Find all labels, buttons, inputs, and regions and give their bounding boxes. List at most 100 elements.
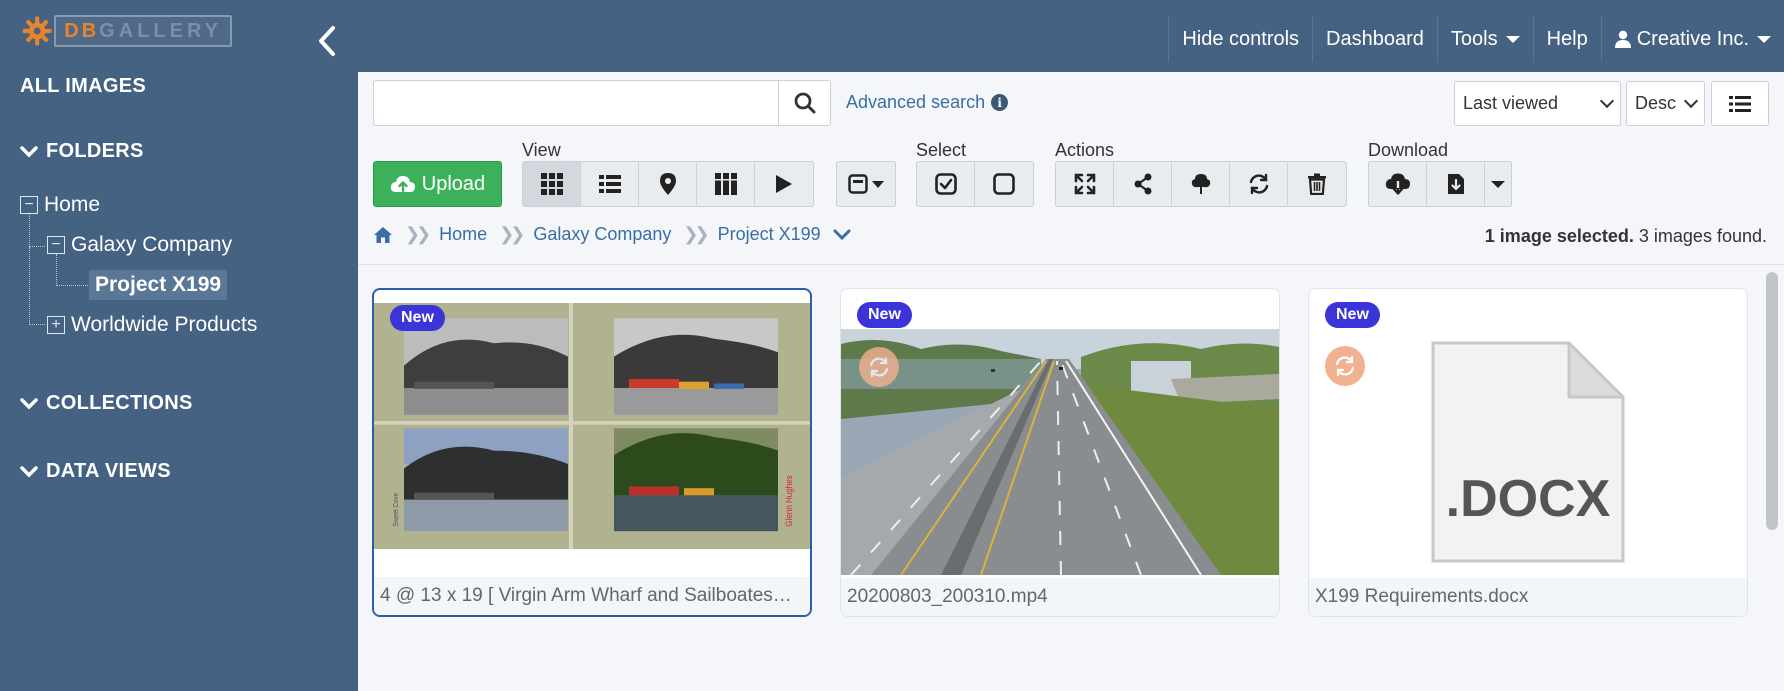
data-views-section-toggle[interactable]: DATA VIEWS: [20, 460, 171, 483]
document-file-icon: [1431, 341, 1625, 563]
tree-action-button[interactable]: [1172, 162, 1230, 206]
upload-label: Upload: [421, 172, 486, 195]
card-title: 20200803_200310.mp4: [841, 578, 1279, 616]
collapse-sidebar-button[interactable]: [312, 22, 342, 60]
download-button-group: [1368, 161, 1512, 207]
view-group-label: View: [522, 140, 561, 160]
folders-label: FOLDERS: [46, 140, 144, 162]
svg-text:Glenn Hughes: Glenn Hughes: [784, 475, 795, 526]
home-icon[interactable]: [373, 226, 393, 244]
actions-group-label: Actions: [1055, 140, 1115, 160]
chevron-down-icon: [20, 145, 38, 157]
file-download-icon: [1447, 174, 1464, 194]
tree-connector: [29, 247, 45, 325]
grid-view-button[interactable]: [523, 162, 581, 206]
logo-db: DB: [64, 19, 100, 42]
collections-label: COLLECTIONS: [46, 392, 193, 414]
found-count: 3 images found.: [1638, 226, 1767, 246]
account-label: Creative Inc.: [1636, 27, 1749, 50]
sort-field-select[interactable]: Last viewed: [1454, 81, 1621, 126]
caret-down-icon: [1491, 180, 1505, 188]
vertical-scrollbar[interactable]: [1766, 272, 1778, 530]
app-logo[interactable]: DB GALLERY: [22, 8, 232, 54]
breadcrumb-home[interactable]: Home: [439, 224, 487, 245]
download-group-label: Download: [1368, 140, 1449, 160]
selection-status: 1 image selected. 3 images found.: [1485, 226, 1767, 247]
breadcrumb-project-x199[interactable]: Project X199: [718, 224, 821, 245]
sidebar: DB GALLERY ALL IMAGES FOLDERS − Home − Ga…: [0, 0, 358, 691]
column-view-button[interactable]: [697, 162, 755, 206]
chevron-down-icon[interactable]: [833, 229, 851, 241]
map-view-button[interactable]: [639, 162, 697, 206]
chevron-down-icon: [20, 465, 38, 477]
slideshow-button[interactable]: [755, 162, 813, 206]
logo-wordmark: DB GALLERY: [54, 15, 232, 47]
divider: [358, 264, 1784, 265]
upload-button[interactable]: Upload: [373, 161, 502, 207]
display-options-dropdown[interactable]: [836, 161, 896, 207]
collapse-node-icon[interactable]: −: [20, 196, 38, 214]
grid-icon: [540, 173, 563, 195]
delete-button[interactable]: [1288, 162, 1346, 206]
select-all-button[interactable]: [917, 162, 975, 206]
breadcrumb-separator: ❯❯: [499, 224, 525, 244]
sync-icon: [859, 347, 899, 387]
collapse-node-icon[interactable]: −: [47, 236, 65, 254]
list-icon: [598, 175, 621, 193]
sync-icon: [1325, 346, 1365, 386]
cloud-download-button[interactable]: [1369, 162, 1427, 206]
display-options-button[interactable]: [837, 162, 895, 206]
caret-down-icon: [1757, 35, 1771, 43]
breadcrumb-separator: ❯❯: [683, 224, 709, 244]
square-icon: [993, 173, 1015, 195]
sort-field-value: Last viewed: [1463, 93, 1559, 113]
image-thumbnail: Glenn Hughes Sweet Cove: [374, 303, 810, 549]
refresh-button[interactable]: [1230, 162, 1288, 206]
top-bar: Hide controls Dashboard Tools Help Creat…: [358, 0, 1784, 72]
document-card[interactable]: New .DOCX X199 Requirements.docx: [1308, 288, 1748, 617]
cloud-upload-icon: [390, 176, 415, 193]
search-input[interactable]: [374, 81, 778, 125]
expand-node-icon[interactable]: +: [47, 316, 65, 334]
chevron-down-icon: [1599, 93, 1615, 109]
select-none-button[interactable]: [975, 162, 1033, 206]
image-card[interactable]: New Glenn Hughes Sweet Cove 4 @ 13 x 19 …: [372, 288, 812, 617]
folders-section-toggle[interactable]: FOLDERS: [20, 140, 144, 163]
help-link[interactable]: Help: [1532, 16, 1601, 62]
info-icon[interactable]: i: [991, 94, 1009, 111]
list-view-toggle[interactable]: [1711, 81, 1769, 126]
fullscreen-button[interactable]: [1056, 162, 1114, 206]
logo-gallery: GALLERY: [99, 19, 222, 42]
search-button[interactable]: [778, 81, 830, 125]
advanced-search-label: Advanced search: [846, 92, 986, 112]
tree-node-worldwide-products[interactable]: + Worldwide Products: [47, 313, 257, 337]
columns-icon: [714, 173, 737, 195]
all-images-link[interactable]: ALL IMAGES: [20, 75, 146, 98]
search-icon: [794, 92, 815, 114]
refresh-icon: [1249, 173, 1268, 195]
file-download-button[interactable]: [1427, 162, 1485, 206]
breadcrumb-galaxy-company[interactable]: Galaxy Company: [533, 224, 671, 245]
tree-node-project-x199[interactable]: Project X199: [89, 270, 228, 300]
image-card[interactable]: New 20200803_200310.mp4: [840, 288, 1280, 617]
collections-section-toggle[interactable]: COLLECTIONS: [20, 392, 193, 415]
new-badge: New: [1325, 302, 1380, 328]
play-icon: [776, 175, 792, 193]
sort-order-select[interactable]: Desc: [1626, 81, 1705, 126]
download-options-button[interactable]: [1485, 162, 1511, 206]
tree-label-galaxy-company: Galaxy Company: [71, 233, 233, 256]
account-menu[interactable]: Creative Inc.: [1600, 16, 1784, 62]
list-view-button[interactable]: [581, 162, 639, 206]
hide-controls-link[interactable]: Hide controls: [1168, 16, 1312, 62]
tools-menu[interactable]: Tools: [1436, 16, 1533, 62]
chevron-left-icon: [319, 26, 335, 56]
new-badge: New: [857, 302, 912, 328]
advanced-search-link[interactable]: Advanced search i: [846, 92, 1009, 113]
breadcrumb: ❯❯ Home ❯❯ Galaxy Company ❯❯ Project X19…: [373, 224, 851, 245]
expand-icon: [1074, 173, 1095, 195]
dashboard-link[interactable]: Dashboard: [1312, 16, 1437, 62]
file-type-label: .DOCX: [1445, 470, 1611, 528]
actions-button-group: [1055, 161, 1347, 207]
share-button[interactable]: [1114, 162, 1172, 206]
tree-label-project-x199: Project X199: [95, 273, 222, 296]
